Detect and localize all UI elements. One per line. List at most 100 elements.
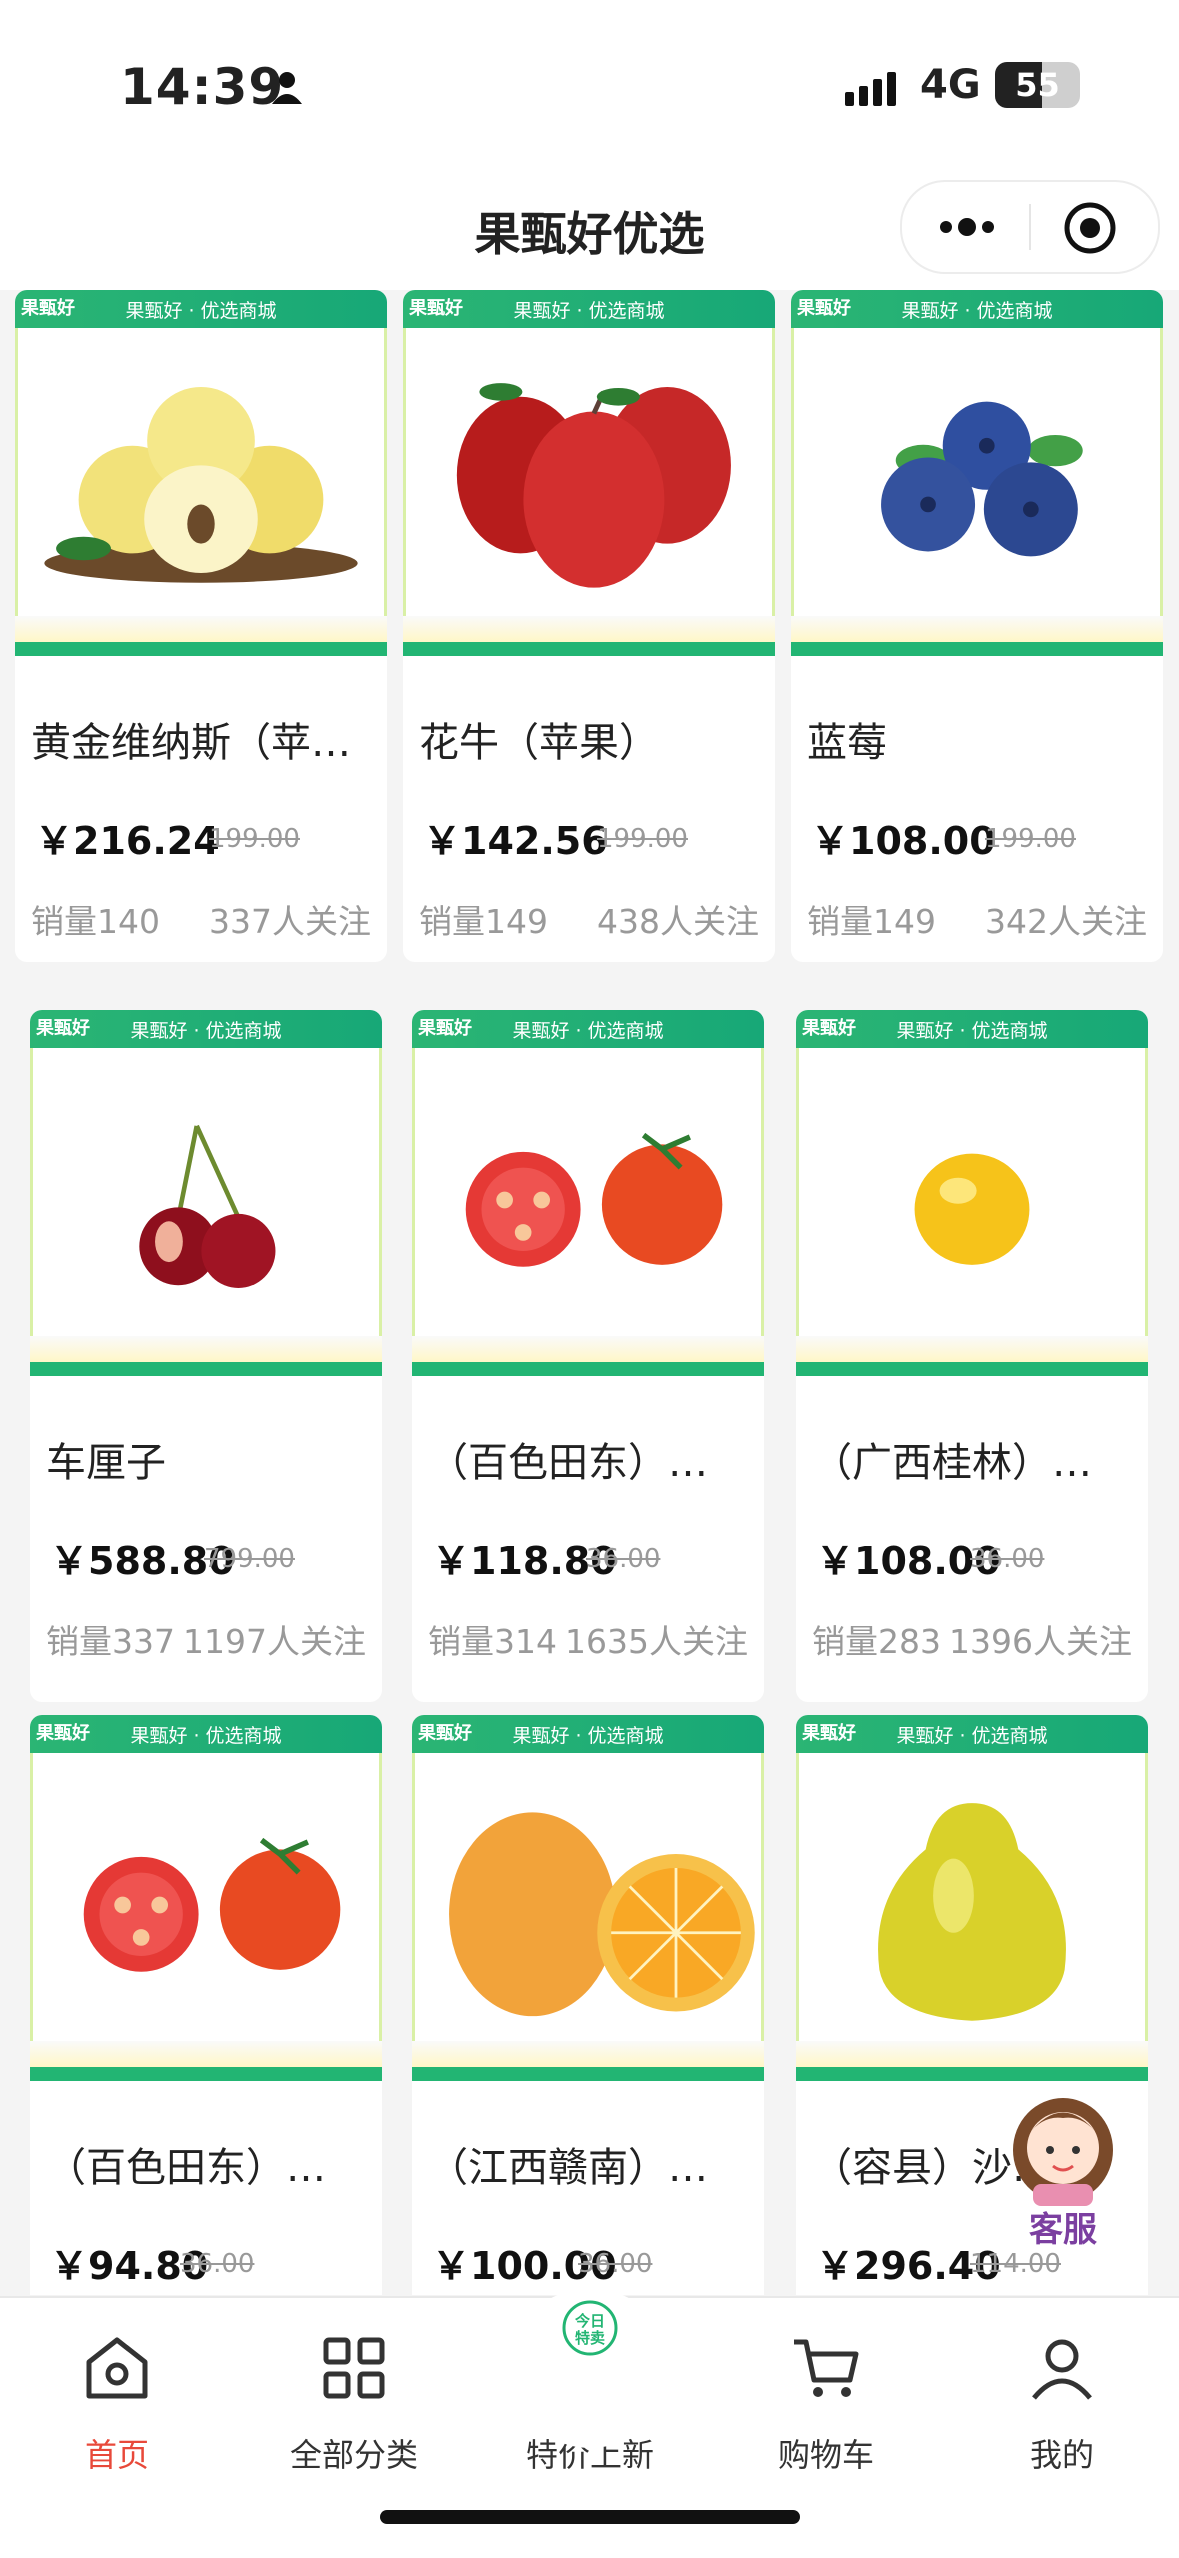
nav-bar: 果甄好优选 <box>0 170 1179 290</box>
shop-banner: 果甄好 果甄好 · 优选商城 <box>796 1715 1148 1753</box>
tab-profile[interactable]: 我的 <box>972 2328 1152 2476</box>
tab-special[interactable]: 今日 特卖 特价上新 <box>500 2288 680 2476</box>
product-image[interactable]: 果甄好 果甄好 · 优选商城 <box>403 290 775 672</box>
shop-banner-text: 果甄好 · 优选商城 <box>125 300 277 322</box>
product-image[interactable]: 果甄好 果甄好 · 优选商城 <box>15 290 387 672</box>
special-line1: 今日 <box>574 2312 605 2330</box>
product-name: 花牛（苹果） <box>419 720 659 766</box>
network-type: 4G <box>920 62 981 108</box>
product-image[interactable]: 果甄好 果甄好 · 优选商城 <box>30 1715 382 2097</box>
image-stripe-green <box>796 1362 1148 1376</box>
signal-icon <box>845 72 896 106</box>
product-card[interactable]: 果甄好 果甄好 · 优选商城 车厘子 ￥588.80 799.00 销量337 … <box>30 1010 382 1702</box>
shop-banner: 果甄好 果甄好 · 优选商城 <box>403 290 775 328</box>
battery-icon: 55 <box>995 62 1080 108</box>
home-icon <box>86 2337 148 2399</box>
image-stripe-green <box>403 642 775 656</box>
grid-icon <box>323 2337 385 2399</box>
product-price: ￥216.24 <box>35 819 220 863</box>
product-card[interactable]: 果甄好 果甄好 · 优选商城 （百色田东）… ￥118.80 36.00 销量3… <box>412 1010 764 1702</box>
product-price: ￥108.00 <box>811 819 996 863</box>
product-followers: 337人关注 <box>209 902 371 941</box>
product-image[interactable]: 果甄好 果甄好 · 优选商城 <box>412 1010 764 1392</box>
product-image[interactable]: 果甄好 果甄好 · 优选商城 <box>791 290 1163 672</box>
product-original-price: 36.00 <box>578 2249 653 2279</box>
product-followers: 1635人关注 <box>565 1622 748 1661</box>
product-image[interactable]: 果甄好 果甄好 · 优选商城 <box>796 1715 1148 2097</box>
shop-banner-text: 果甄好 · 优选商城 <box>512 1725 664 1747</box>
image-stripe <box>403 616 775 642</box>
shop-banner: 果甄好 果甄好 · 优选商城 <box>796 1010 1148 1048</box>
special-sale-icon: 今日 特卖 <box>562 2300 618 2356</box>
image-stripe-green <box>412 2067 764 2081</box>
product-card[interactable]: 果甄好 果甄好 · 优选商城 蓝莓 ￥108.00 199.00 销量149 3… <box>791 290 1163 962</box>
product-sales: 销量149 <box>419 902 548 941</box>
image-stripe-green <box>791 642 1163 656</box>
image-stripe <box>791 616 1163 642</box>
product-sales: 销量140 <box>31 902 160 941</box>
image-stripe <box>796 1336 1148 1362</box>
product-card[interactable]: 果甄好 果甄好 · 优选商城 （百色田东）… ￥94.80 36.00 <box>30 1715 382 2295</box>
tab-categories[interactable]: 全部分类 <box>264 2328 444 2476</box>
image-stripe-green <box>796 2067 1148 2081</box>
product-card[interactable]: 果甄好 果甄好 · 优选商城 （江西赣南）… ￥100.00 36.00 <box>412 1715 764 2295</box>
product-name: （百色田东）… <box>428 1440 708 1486</box>
home-indicator <box>380 2510 800 2524</box>
special-sale-badge: 今日 特卖 <box>510 2288 670 2448</box>
product-original-price: 36.00 <box>180 2249 255 2279</box>
customer-service-button[interactable]: 客服 <box>998 2080 1128 2250</box>
product-followers: 1396人关注 <box>949 1622 1132 1661</box>
customer-service-label: 客服 <box>1029 2210 1097 2250</box>
shop-banner-text: 果甄好 · 优选商城 <box>896 1020 1048 1042</box>
shop-banner-text: 果甄好 · 优选商城 <box>513 300 665 322</box>
shop-banner-text: 果甄好 · 优选商城 <box>901 300 1053 322</box>
battery-level: 55 <box>1015 66 1060 104</box>
product-image[interactable]: 果甄好 果甄好 · 优选商城 <box>412 1715 764 2097</box>
product-original-price: 199.00 <box>209 824 300 854</box>
product-original-price: 199.00 <box>597 824 688 854</box>
image-stripe <box>30 1336 382 1362</box>
blueberry-icon <box>881 401 1083 557</box>
product-price: ￥142.56 <box>423 819 608 863</box>
image-stripe-green <box>412 1362 764 1376</box>
product-original-price: 36.00 <box>586 1544 661 1574</box>
product-grid: 果甄好 果甄好 · 优选商城 黄金维纳斯（苹果） ￥216.24 199.00 … <box>0 290 1179 2295</box>
product-followers: 342人关注 <box>985 902 1147 941</box>
product-name: （百色田东）… <box>46 2145 326 2191</box>
shop-banner-text: 果甄好 · 优选商城 <box>130 1725 282 1747</box>
cherry-icon <box>139 1124 276 1288</box>
product-image[interactable]: 果甄好 果甄好 · 优选商城 <box>796 1010 1148 1392</box>
image-stripe <box>30 2041 382 2067</box>
image-stripe-green <box>30 1362 382 1376</box>
shop-banner: 果甄好 果甄好 · 优选商城 <box>412 1715 764 1753</box>
close-miniprogram-icon[interactable] <box>1062 200 1118 256</box>
customer-service-icon <box>1013 2098 1113 2206</box>
orange-icon <box>449 1812 755 2017</box>
profile-icon <box>1032 2339 1092 2400</box>
product-original-price: 114.00 <box>970 2249 1061 2279</box>
cart-icon <box>794 2339 859 2397</box>
special-line2: 特卖 <box>575 2329 605 2347</box>
image-stripe <box>796 2041 1148 2067</box>
product-name: （江西赣南）… <box>428 2145 708 2191</box>
product-card[interactable]: 果甄好 果甄好 · 优选商城 花牛（苹果） ￥142.56 199.00 销量1… <box>403 290 775 962</box>
product-sales: 销量314 <box>428 1622 557 1661</box>
product-card[interactable]: 果甄好 果甄好 · 优选商城 黄金维纳斯（苹果） ￥216.24 199.00 … <box>15 290 387 962</box>
product-sales: 销量283 <box>812 1622 941 1661</box>
product-name: 黄金维纳斯（苹果） <box>31 720 371 766</box>
product-sales: 销量149 <box>807 902 936 941</box>
tab-home[interactable]: 首页 <box>27 2328 207 2476</box>
pomelo-icon <box>878 1803 1066 2021</box>
tab-label: 我的 <box>1029 2436 1094 2474</box>
shop-banner: 果甄好 果甄好 · 优选商城 <box>30 1715 382 1753</box>
product-image[interactable]: 果甄好 果甄好 · 优选商城 <box>30 1010 382 1392</box>
tab-cart[interactable]: 购物车 <box>736 2328 916 2476</box>
shop-banner: 果甄好 果甄好 · 优选商城 <box>791 290 1163 328</box>
product-card[interactable]: 果甄好 果甄好 · 优选商城 （广西桂林）… ￥108.00 36.00 销量2… <box>796 1010 1148 1702</box>
more-icon[interactable] <box>932 202 1002 252</box>
status-bar: 14:39 4G 55 <box>0 0 1179 170</box>
image-stripe <box>412 1336 764 1362</box>
red-apple-icon <box>456 383 731 588</box>
product-followers: 1197人关注 <box>183 1622 366 1661</box>
person-icon <box>272 72 302 104</box>
